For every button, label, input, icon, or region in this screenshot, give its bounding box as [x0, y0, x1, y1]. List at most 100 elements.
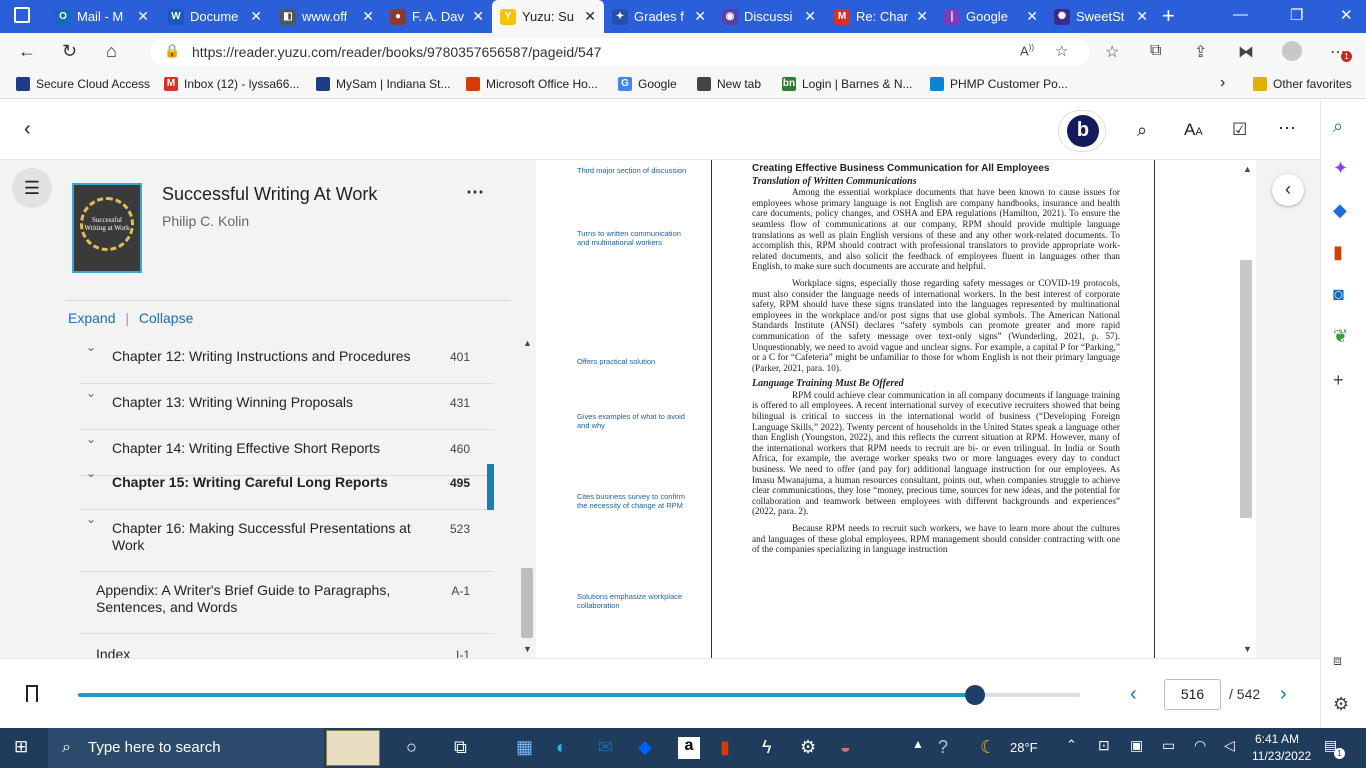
progress-track[interactable]: [78, 685, 1080, 705]
close-tab-icon[interactable]: ✕: [472, 8, 484, 24]
book-cover[interactable]: Successful Writing at Work: [72, 183, 142, 273]
bookmark-item[interactable]: Other favorites: [1253, 77, 1352, 91]
outlook-icon[interactable]: ◙: [1333, 284, 1344, 305]
back-chevron-icon[interactable]: ‹: [24, 118, 31, 141]
browser-tab[interactable]: ✦ Grades f ✕: [604, 0, 714, 33]
close-tab-icon[interactable]: ✕: [1026, 8, 1038, 24]
overflow-icon[interactable]: ▲: [912, 737, 924, 751]
read-aloud-icon[interactable]: A)): [1020, 43, 1034, 58]
bartleby-button[interactable]: b: [1058, 110, 1106, 152]
font-size-icon[interactable]: AA: [1184, 120, 1203, 140]
shopping-tag-icon[interactable]: ◆: [1333, 200, 1347, 221]
toc-item[interactable]: Index I-1: [80, 636, 494, 658]
browser-tab[interactable]: ✺ SweetSt ✕: [1046, 0, 1156, 33]
expand-link[interactable]: Expand: [68, 310, 115, 326]
url-field[interactable]: 🔒 https://reader.yuzu.com/reader/books/9…: [150, 38, 1090, 66]
page-scroll-thumb[interactable]: [1240, 260, 1252, 518]
collapse-panel-icon[interactable]: ‹: [1272, 174, 1304, 206]
toc-item[interactable]: Appendix: A Writer's Brief Guide to Para…: [80, 572, 494, 634]
bookmark-item[interactable]: M Inbox (12) - lyssa66...: [164, 77, 299, 91]
share-icon[interactable]: ⇪: [1194, 42, 1207, 62]
minimize-icon[interactable]: —: [1233, 6, 1248, 23]
refresh-icon[interactable]: ↻: [62, 41, 77, 62]
toc-scrollbar[interactable]: ▲ ▼: [520, 338, 534, 656]
chevron-down-icon[interactable]: ⌄: [86, 386, 96, 400]
bookmark-item[interactable]: New tab: [697, 77, 761, 91]
study-tools-icon[interactable]: ☑: [1232, 120, 1247, 140]
office-icon[interactable]: ▮: [1333, 242, 1343, 263]
toc-item[interactable]: ⌄ Chapter 12: Writing Instructions and Pr…: [80, 338, 494, 384]
profile-avatar[interactable]: [1282, 41, 1302, 61]
add-sidebar-app-icon[interactable]: +: [1333, 370, 1344, 391]
weather-icon[interactable]: ☾: [980, 737, 996, 758]
bookmarks-overflow-icon[interactable]: ›: [1220, 74, 1225, 92]
favorites-icon[interactable]: ☆: [1105, 42, 1119, 62]
bookmark-item[interactable]: PHMP Customer Po...: [930, 77, 1068, 91]
mail-icon[interactable]: ✉: [598, 737, 613, 758]
copilot-icon[interactable]: ✦: [1333, 158, 1348, 179]
close-tab-icon[interactable]: ✕: [916, 8, 928, 24]
close-tab-icon[interactable]: ✕: [1136, 8, 1148, 24]
dropbox-icon[interactable]: ◆: [638, 737, 652, 758]
chevron-down-icon[interactable]: ⌄: [86, 340, 96, 354]
previous-page-icon[interactable]: ‹: [1130, 683, 1137, 706]
progress-knob[interactable]: [964, 685, 985, 705]
system-tray-up-icon[interactable]: ⌃: [1066, 737, 1077, 753]
bookmark-item[interactable]: Microsoft Office Ho...: [466, 77, 598, 91]
toc-item[interactable]: ⌄ Chapter 15: Writing Careful Long Report…: [80, 464, 494, 510]
close-tab-icon[interactable]: ✕: [804, 8, 816, 24]
edge-icon[interactable]: ◐: [556, 737, 567, 758]
chevron-down-icon[interactable]: ⌄: [86, 432, 96, 446]
browser-tab[interactable]: W Docume ✕: [160, 0, 270, 33]
browser-tab[interactable]: ● F. A. Dav ✕: [382, 0, 492, 33]
chevron-down-icon[interactable]: ⌄: [86, 466, 96, 480]
store-icon[interactable]: ▦: [516, 737, 533, 758]
new-tab-button[interactable]: +: [1162, 3, 1175, 29]
search-sidebar-icon[interactable]: ⌕: [1333, 116, 1343, 137]
browser-tab[interactable]: O Mail - M ✕: [47, 0, 157, 33]
close-tab-icon[interactable]: ✕: [250, 8, 262, 24]
search-icon[interactable]: ⌕: [1137, 120, 1147, 141]
browser-tab[interactable]: M Re: Char ✕: [826, 0, 936, 33]
settings-icon[interactable]: ⚙: [800, 737, 816, 758]
search-highlight-image[interactable]: [326, 730, 380, 766]
workspaces-icon[interactable]: [14, 7, 30, 23]
close-tab-icon[interactable]: ✕: [694, 8, 706, 24]
book-options-icon[interactable]: ⋯: [466, 182, 484, 203]
cortana-icon[interactable]: ○: [406, 737, 417, 758]
browser-tab[interactable]: ◉ Discussi ✕: [714, 0, 824, 33]
add-favorite-icon[interactable]: ☆: [1055, 42, 1068, 60]
next-page-icon[interactable]: ›: [1280, 683, 1287, 706]
close-tab-icon[interactable]: ✕: [137, 8, 149, 24]
toc-item[interactable]: ⌄ Chapter 16: Making Successful Presentat…: [80, 510, 494, 572]
windows-start-icon[interactable]: ⊞: [14, 737, 28, 757]
wifi-icon[interactable]: ◠: [1194, 737, 1206, 754]
network-icon[interactable]: ⊡: [1098, 737, 1110, 754]
volume-icon[interactable]: ◁: [1224, 737, 1235, 754]
close-window-icon[interactable]: ✕: [1340, 6, 1353, 24]
clock[interactable]: 6:41 AM 11/23/2022: [1252, 731, 1311, 765]
close-tab-icon[interactable]: ✕: [584, 8, 596, 24]
restore-icon[interactable]: ❐: [1290, 6, 1303, 24]
maps-icon[interactable]: ❦: [1333, 326, 1348, 347]
app-icon[interactable]: ϟ: [762, 737, 772, 758]
browser-tab[interactable]: ◧ www.off ✕: [272, 0, 382, 33]
home-icon[interactable]: ⌂: [106, 41, 117, 62]
collapse-link[interactable]: Collapse: [139, 310, 193, 326]
bookmark-item[interactable]: bn Login | Barnes & N...: [782, 77, 913, 91]
bookmark-icon[interactable]: [26, 685, 38, 702]
close-tab-icon[interactable]: ✕: [362, 8, 374, 24]
office-taskbar-icon[interactable]: ▮: [720, 737, 730, 758]
task-view-icon[interactable]: ⧉: [454, 737, 467, 758]
browser-tab[interactable]: ❘ Google ✕: [936, 0, 1046, 33]
collections-icon[interactable]: ⧉: [1150, 42, 1161, 60]
toc-item[interactable]: ⌄ Chapter 13: Writing Winning Proposals 43…: [80, 384, 494, 430]
back-icon[interactable]: ←: [18, 41, 36, 62]
browser-tab[interactable]: Y Yuzu: Su ✕: [492, 0, 604, 33]
bookmark-item[interactable]: G Google: [618, 77, 677, 91]
app-icon-2[interactable]: ◒: [840, 737, 851, 758]
chevron-down-icon[interactable]: ⌄: [86, 512, 96, 526]
page-number-input[interactable]: 516: [1164, 679, 1221, 710]
extensions-icon[interactable]: ⧓: [1238, 42, 1254, 62]
sidebar-settings-icon[interactable]: ⚙: [1333, 694, 1349, 715]
